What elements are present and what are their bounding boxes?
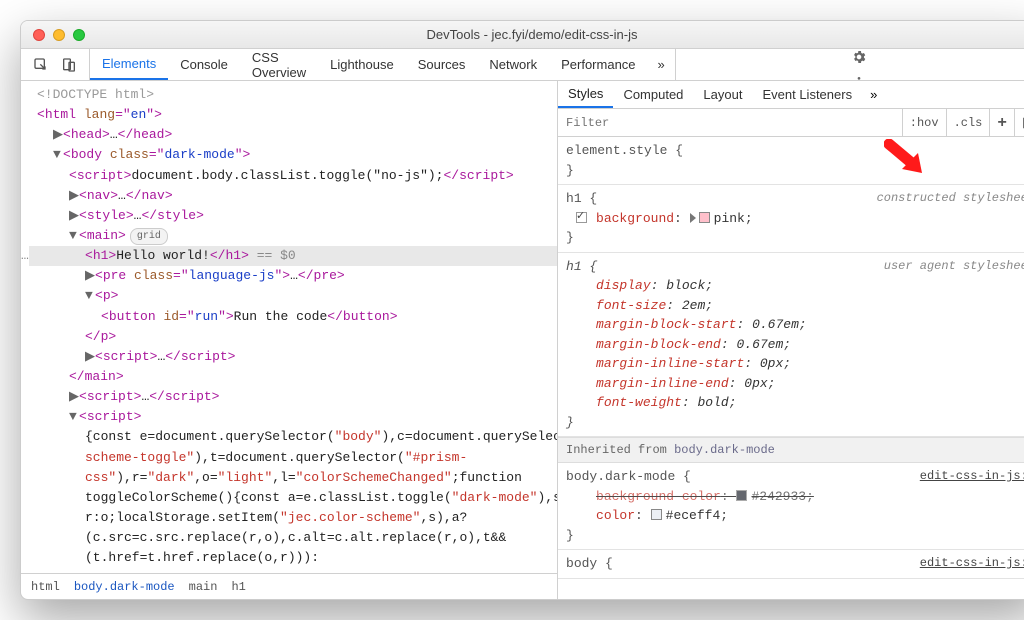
source-link[interactable]: edit-css-in-js:1	[920, 554, 1024, 572]
color-swatch-icon[interactable]	[699, 212, 710, 223]
doctype: <!DOCTYPE html>	[37, 87, 154, 102]
grid-badge[interactable]: grid	[130, 228, 168, 246]
style-rules[interactable]: element.style { } constructed stylesheet…	[558, 137, 1024, 599]
filter-row: :hov .cls +	[558, 109, 1024, 137]
tab-layout[interactable]: Layout	[693, 81, 752, 108]
tab-lighthouse[interactable]: Lighthouse	[318, 49, 406, 80]
inspect-icon[interactable]	[33, 57, 49, 73]
styles-tabs: Styles Computed Layout Event Listeners »	[558, 81, 1024, 109]
new-rule-button[interactable]: +	[989, 109, 1014, 136]
dom-tree[interactable]: <!DOCTYPE html> <html lang="en"> ▶<head>…	[21, 81, 557, 573]
expand-icon[interactable]	[690, 213, 696, 223]
rule-body: edit-css-in-js:1 body {	[558, 550, 1024, 579]
content-panes: <!DOCTYPE html> <html lang="en"> ▶<head>…	[21, 81, 1024, 599]
tabs-overflow-icon[interactable]: »	[648, 49, 675, 80]
tab-event-listeners[interactable]: Event Listeners	[752, 81, 862, 108]
styles-panel: Styles Computed Layout Event Listeners »…	[558, 81, 1024, 599]
tab-styles[interactable]: Styles	[558, 81, 613, 108]
tab-elements[interactable]: Elements	[90, 49, 168, 80]
crumb-body[interactable]: body.dark-mode	[74, 580, 175, 594]
cls-toggle[interactable]: .cls	[946, 109, 990, 136]
crumb-h1[interactable]: h1	[231, 580, 245, 594]
main-toolbar: Elements Console CSS Overview Lighthouse…	[21, 49, 1024, 81]
rule-element-style: element.style { }	[558, 137, 1024, 185]
selected-node[interactable]: <h1>Hello world!</h1> == $0	[29, 246, 557, 266]
styles-tabs-overflow-icon[interactable]: »	[862, 81, 885, 108]
crumb-main[interactable]: main	[189, 580, 218, 594]
color-swatch-icon[interactable]	[736, 490, 747, 501]
panel-tabs: Elements Console CSS Overview Lighthouse…	[90, 49, 675, 80]
inherited-from-bar: Inherited from body.dark-mode	[558, 437, 1024, 463]
color-swatch-icon[interactable]	[651, 509, 662, 520]
tab-performance[interactable]: Performance	[549, 49, 647, 80]
tab-console[interactable]: Console	[168, 49, 240, 80]
source-link[interactable]: edit-css-in-js:1	[920, 467, 1024, 485]
origin-constructed: constructed stylesheet	[877, 189, 1024, 207]
decl-background[interactable]: background: pink;	[566, 209, 1024, 229]
rule-constructed: constructed stylesheet h1 { background: …	[558, 185, 1024, 253]
devtools-window: DevTools - jec.fyi/demo/edit-css-in-js E…	[20, 20, 1024, 600]
breadcrumb: html body.dark-mode main h1	[21, 573, 557, 599]
crumb-html[interactable]: html	[31, 580, 60, 594]
rule-body-darkmode: edit-css-in-js:1 body.dark-mode { backgr…	[558, 463, 1024, 550]
titlebar: DevTools - jec.fyi/demo/edit-css-in-js	[21, 21, 1024, 49]
origin-ua: user agent stylesheet	[884, 257, 1024, 275]
rule-user-agent: user agent stylesheet h1 { display: bloc…	[558, 253, 1024, 438]
tab-computed[interactable]: Computed	[613, 81, 693, 108]
device-icon[interactable]	[61, 57, 77, 73]
computed-sidebar-icon[interactable]	[1014, 109, 1024, 136]
inherited-from-link[interactable]: body.dark-mode	[674, 443, 775, 457]
tab-sources[interactable]: Sources	[406, 49, 478, 80]
hov-toggle[interactable]: :hov	[902, 109, 946, 136]
tab-network[interactable]: Network	[477, 49, 549, 80]
checkbox-icon[interactable]	[576, 212, 587, 223]
window-title: DevTools - jec.fyi/demo/edit-css-in-js	[21, 27, 1024, 42]
kebab-icon[interactable]	[851, 75, 867, 80]
gear-icon[interactable]	[851, 49, 867, 65]
inspect-tools	[21, 49, 90, 80]
elements-panel: <!DOCTYPE html> <html lang="en"> ▶<head>…	[21, 81, 558, 599]
tab-css-overview[interactable]: CSS Overview	[240, 49, 318, 80]
filter-input[interactable]	[558, 116, 902, 130]
